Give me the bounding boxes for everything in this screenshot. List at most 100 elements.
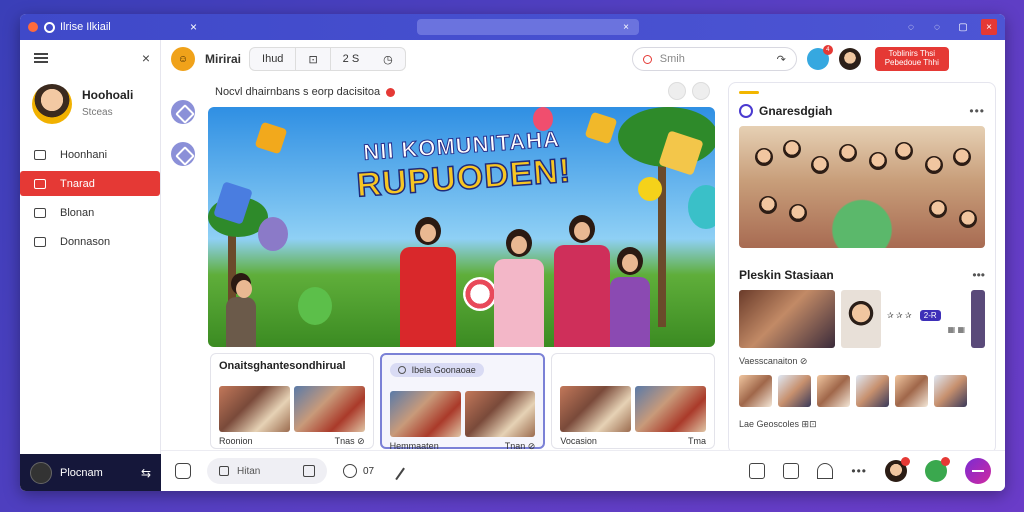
toolbar-tab-1[interactable]: Ihud xyxy=(250,48,295,70)
extension-icon[interactable]: ◌ xyxy=(903,19,919,35)
more-options-icon[interactable]: ••• xyxy=(851,464,867,478)
toolbar-tab-2[interactable]: 2 S xyxy=(331,48,372,70)
search-input[interactable]: Smih ↷ xyxy=(631,47,797,71)
accent-bar xyxy=(739,91,759,94)
strip-photo[interactable] xyxy=(856,375,889,407)
sidebar-item-1[interactable]: Hoonhani xyxy=(20,142,160,167)
compose-fab-button[interactable] xyxy=(965,458,991,484)
hero-person xyxy=(494,229,544,347)
sidebar-item-4[interactable]: Donnason xyxy=(20,229,160,254)
toolbar-group: Ihud ⊡ 2 S ◷ xyxy=(249,47,406,71)
hero-person xyxy=(400,217,456,347)
sidebar-footer[interactable]: Plocnam ⇆ xyxy=(20,454,161,491)
window-controls: ◌ ◌ ▢ × xyxy=(903,19,997,35)
app-window: Ilrise Ilkiail × × ◌ ◌ ▢ × × Hoohoali St… xyxy=(20,14,1005,491)
tab-close-button[interactable]: × xyxy=(190,20,197,34)
sidebar-item-label: Donnason xyxy=(60,235,111,248)
chat-icon[interactable] xyxy=(783,463,800,479)
options-icon[interactable] xyxy=(692,82,710,100)
minimize-icon[interactable]: ◌ xyxy=(929,19,945,35)
profile-text: Hoohoali Stceas xyxy=(82,88,133,120)
rail-settings-icon[interactable] xyxy=(171,142,195,166)
toolbar-layout-icon[interactable]: ⊡ xyxy=(296,48,329,70)
notification-icon[interactable]: 4 xyxy=(806,45,833,70)
sidebar-item-2[interactable]: Tnarad xyxy=(20,171,160,196)
more-options-icon[interactable]: ••• xyxy=(972,268,985,282)
footer-label: Plocnam xyxy=(60,466,103,479)
card-chip[interactable]: Ibela Goonaoae xyxy=(389,363,484,377)
strip-photo[interactable] xyxy=(895,375,928,407)
event-row[interactable]: ✰ ✰ ✰ 2-R ▦ ▦ xyxy=(739,290,985,348)
profile[interactable]: Hoohoali Stceas xyxy=(20,66,160,124)
speaker-photo[interactable] xyxy=(841,290,881,348)
feed-card-selected[interactable]: Ibela Goonaoae Hemmaaten Tnan ⊘ xyxy=(379,353,546,451)
balloon-icon xyxy=(688,185,715,229)
refresh-icon[interactable] xyxy=(668,82,686,100)
window-close-button[interactable]: × xyxy=(981,19,997,35)
toolbar: ☺ Mirirai Ihud ⊡ 2 S ◷ Smih ↷ 4 Toblinir… xyxy=(161,40,1005,78)
hero-banner[interactable]: NII KOMUNITAHA RUPUODEN! xyxy=(208,107,715,347)
record-dot-icon xyxy=(28,22,38,32)
bell-icon[interactable] xyxy=(817,463,834,479)
strip-photo[interactable] xyxy=(778,375,811,407)
event-photo[interactable] xyxy=(739,290,835,348)
strip-photo[interactable] xyxy=(934,375,967,407)
reaction-count: 07 xyxy=(363,465,375,477)
panel-footer: Lae Geoscoles ⊞⊡ xyxy=(739,419,817,429)
event-photo-partial[interactable] xyxy=(971,290,985,348)
avatar[interactable] xyxy=(32,84,72,124)
hamburger-menu-icon[interactable] xyxy=(34,53,48,63)
address-clear-icon[interactable]: × xyxy=(623,22,629,33)
strip-photo[interactable] xyxy=(817,375,850,407)
card-caption: Vocasion xyxy=(560,436,597,446)
sidebar-item-label: Tnarad xyxy=(60,177,95,190)
compose-label: Hitan xyxy=(237,465,261,477)
swap-icon[interactable]: ⇆ xyxy=(141,466,151,480)
hero-person xyxy=(554,215,610,347)
share-icon[interactable]: ↷ xyxy=(777,53,786,66)
attach-icon[interactable] xyxy=(175,463,191,479)
title-bar: Ilrise Ilkiail × × ◌ ◌ ▢ × xyxy=(20,14,1005,40)
hero-title: NII KOMUNITAHA RUPUODEN! xyxy=(296,122,630,210)
card-photo[interactable] xyxy=(219,386,290,432)
maximize-icon[interactable]: ▢ xyxy=(955,19,971,35)
pen-icon[interactable] xyxy=(387,461,406,481)
more-options-icon[interactable]: ••• xyxy=(969,104,985,118)
rail-action-icon[interactable] xyxy=(171,100,195,124)
gallery-icon[interactable] xyxy=(303,465,315,477)
card-captions: Vocasion Tma xyxy=(560,436,706,446)
chat-icon xyxy=(34,236,46,247)
close-box-icon[interactable] xyxy=(749,463,766,479)
floating-cube-icon xyxy=(254,121,288,155)
reactions[interactable]: 07 xyxy=(343,464,374,478)
search-icon xyxy=(642,54,652,64)
card-photo[interactable] xyxy=(635,386,707,432)
community-logo-icon[interactable]: ☺ xyxy=(171,47,195,71)
sidebar-top: × xyxy=(20,40,160,66)
robot-toy-icon xyxy=(258,217,288,251)
compose-input[interactable]: Hitan xyxy=(207,458,327,484)
card-photo[interactable] xyxy=(389,391,461,437)
footer-avatar xyxy=(30,461,52,484)
image-icon xyxy=(34,178,46,189)
sidebar-item-label: Hoonhani xyxy=(60,148,108,161)
sidebar-close-button[interactable]: × xyxy=(142,50,150,66)
group-photo[interactable] xyxy=(739,126,985,248)
card-photo[interactable] xyxy=(293,386,365,432)
feed-card[interactable]: Onaitsghantesondhirual Roonion Tnas ⊘ xyxy=(210,353,374,449)
sidebar-item-3[interactable]: Blonan xyxy=(20,200,160,225)
soccer-ball-icon xyxy=(463,277,497,311)
cta-button[interactable]: Toblinirs Thsi Pebedoue Thhi xyxy=(874,47,949,71)
status-avatar[interactable] xyxy=(925,457,950,482)
feed-card[interactable]: Vocasion Tma xyxy=(551,353,716,449)
search-placeholder: Smih xyxy=(659,53,685,65)
section-title: Pleskin Stasiaan xyxy=(739,268,834,282)
clock-icon[interactable]: ◷ xyxy=(371,48,405,70)
user-avatar[interactable] xyxy=(838,48,861,70)
strip-photo[interactable] xyxy=(739,375,772,407)
card-photo[interactable] xyxy=(560,386,632,432)
user-avatar[interactable] xyxy=(885,457,910,482)
address-bar[interactable]: × xyxy=(417,19,640,35)
rating-stars-icon: ✰ ✰ ✰ xyxy=(887,311,912,320)
card-photo[interactable] xyxy=(464,391,536,437)
